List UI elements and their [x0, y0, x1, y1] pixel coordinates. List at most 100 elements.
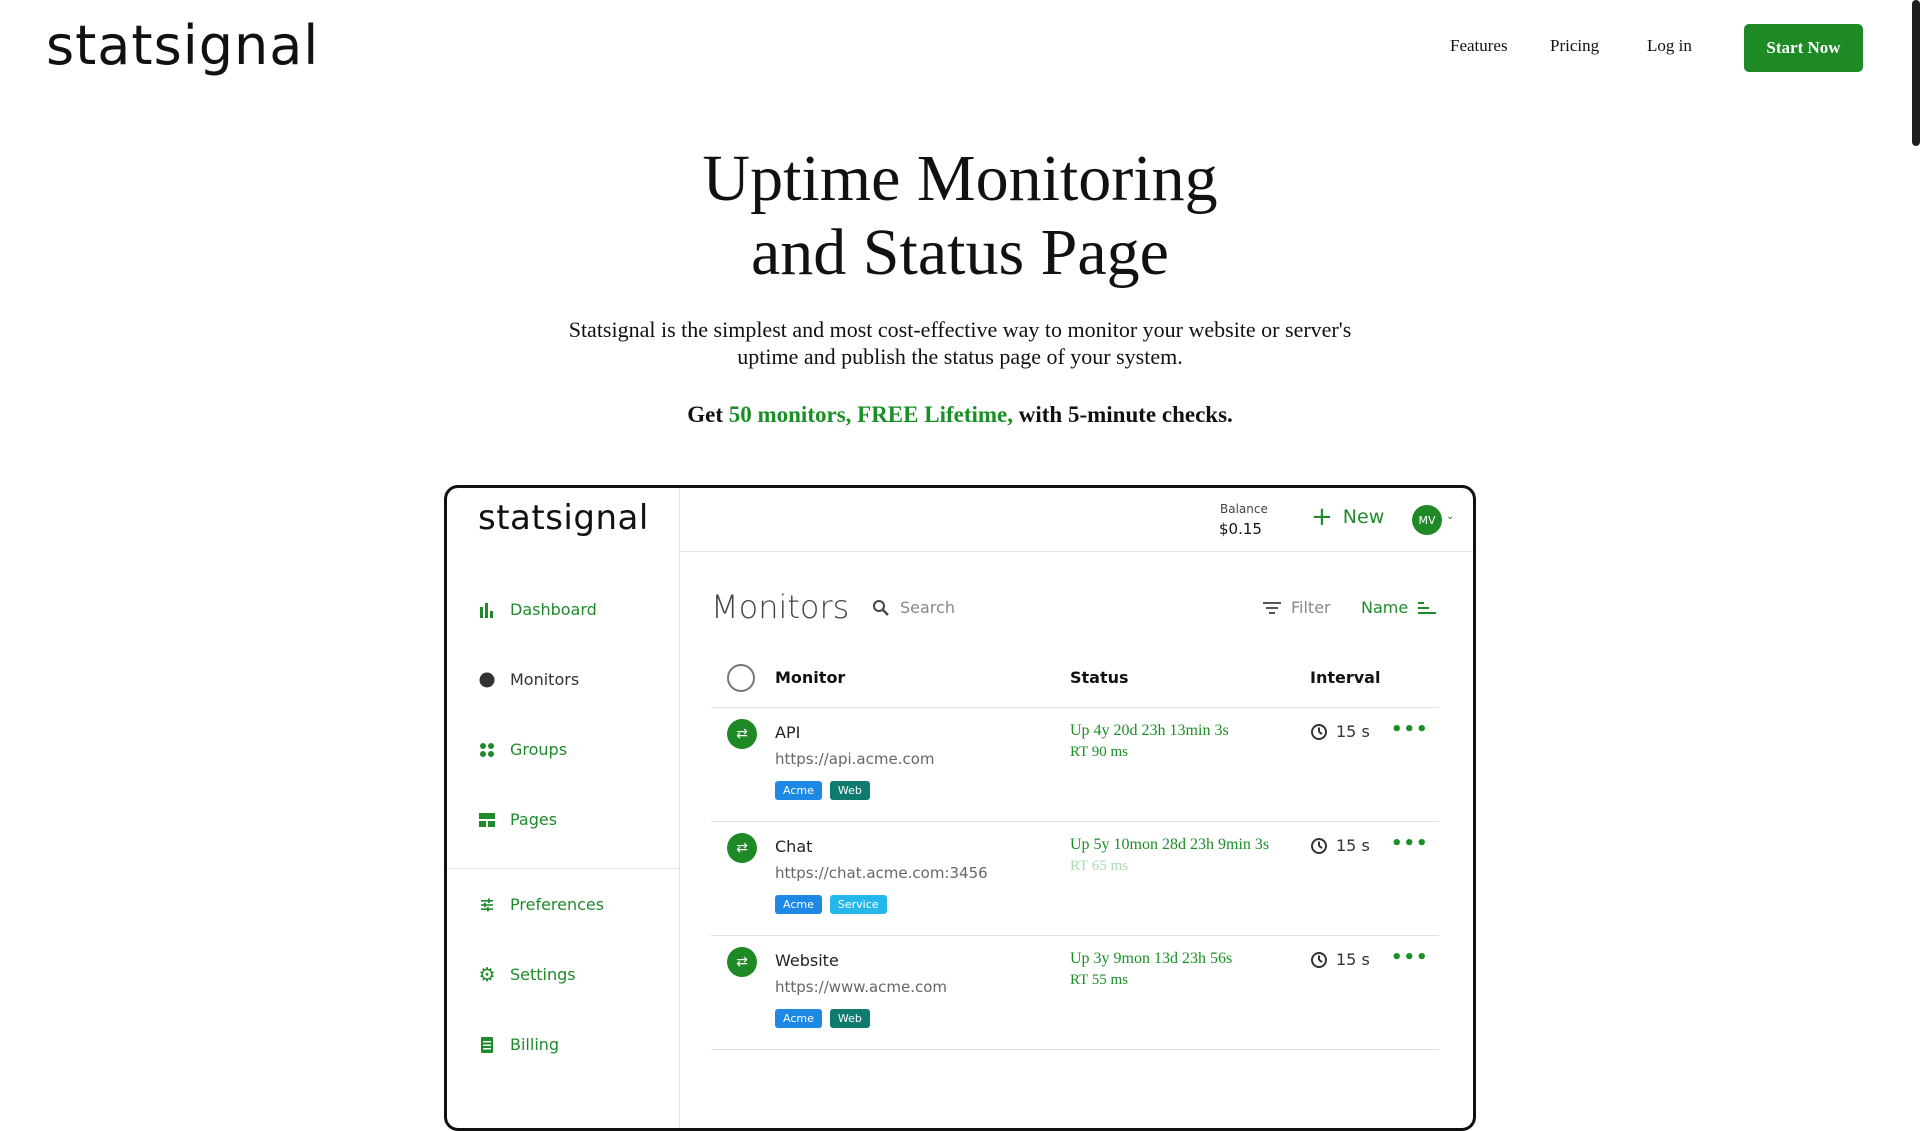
sidebar-item-label: Monitors [510, 670, 580, 689]
app-sidebar: statsignal Dashboard Monitors Groups Pag… [447, 488, 680, 1128]
balance-value: $0.15 [1219, 520, 1262, 538]
select-all-checkbox[interactable] [727, 664, 755, 692]
interval-value: 15 s [1336, 722, 1370, 741]
status-response-time: RT 65 ms [1070, 858, 1129, 874]
balance-label: Balance [1220, 502, 1268, 516]
receipt-icon [478, 1036, 496, 1054]
tag[interactable]: Web [829, 781, 870, 800]
sidebar-item-label: Pages [510, 810, 558, 829]
table-row[interactable]: ⇄ API https://api.acme.com Acme Web Up 4… [711, 707, 1439, 822]
site-logo[interactable]: statsignal [46, 14, 319, 78]
new-monitor-button[interactable]: + New [1311, 502, 1385, 532]
filter-icon [1263, 601, 1281, 614]
hero-title-line2: and Status Page [751, 216, 1169, 289]
table-header: Monitor Status Interval [711, 648, 1439, 708]
tag[interactable]: Service [829, 895, 887, 914]
monitor-name[interactable]: API [775, 723, 800, 742]
search-placeholder: Search [900, 598, 955, 617]
monitor-url: https://www.acme.com [775, 978, 948, 996]
monitor-tags: Acme Web [775, 1009, 870, 1028]
hero-subtitle: Statsignal is the simplest and most cost… [568, 317, 1352, 369]
page-scrollbar[interactable] [1912, 0, 1920, 146]
sidebar-item-groups[interactable]: Groups [478, 740, 567, 759]
hero-title-line1: Uptime Monitoring [702, 142, 1218, 215]
sidebar-item-settings[interactable]: ⚙ Settings [478, 963, 576, 986]
sliders-icon [478, 896, 496, 914]
top-nav: statsignal Features Pricing Log in Start… [0, 0, 1920, 96]
layout-icon [478, 811, 496, 829]
hero-title: Uptime Monitoring and Status Page [0, 142, 1920, 290]
timer-icon [1311, 951, 1327, 968]
plus-icon: + [1311, 502, 1333, 532]
timer-icon [1311, 723, 1327, 740]
swap-arrows-icon: ⇄ [727, 833, 757, 863]
new-label: New [1342, 506, 1385, 528]
status-uptime: Up 3y 9mon 13d 23h 56s [1070, 950, 1233, 967]
swap-arrows-icon: ⇄ [727, 947, 757, 977]
swap-arrows-icon: ⇄ [727, 719, 757, 749]
search-input[interactable]: Search [872, 598, 955, 617]
offer-prefix: Get [687, 402, 729, 427]
sidebar-item-label: Billing [510, 1035, 560, 1054]
dots-grid-icon [478, 741, 496, 759]
more-options-icon[interactable]: ••• [1391, 833, 1429, 854]
sort-label: Name [1361, 598, 1409, 617]
sidebar-item-label: Preferences [510, 895, 605, 914]
interval: 15 s [1310, 950, 1370, 969]
sidebar-item-monitors[interactable]: Monitors [478, 670, 579, 689]
tag[interactable]: Web [829, 1009, 870, 1028]
sidebar-item-label: Settings [510, 965, 576, 984]
sidebar-item-preferences[interactable]: Preferences [478, 895, 604, 914]
nav-link-login[interactable]: Log in [1647, 36, 1692, 56]
column-header-monitor[interactable]: Monitor [775, 668, 845, 687]
monitor-tags: Acme Web [775, 781, 870, 800]
avatar[interactable]: MV [1412, 505, 1442, 535]
gear-icon: ⚙ [478, 963, 496, 986]
app-logo: statsignal [478, 498, 649, 538]
search-icon [873, 599, 889, 616]
timer-icon [1311, 837, 1327, 854]
nav-link-pricing[interactable]: Pricing [1550, 36, 1599, 56]
status-response-time: RT 90 ms [1070, 744, 1129, 760]
table-row[interactable]: ⇄ Chat https://chat.acme.com:3456 Acme S… [711, 821, 1439, 936]
app-preview: statsignal Dashboard Monitors Groups Pag… [444, 485, 1476, 1131]
monitor-name[interactable]: Website [775, 951, 839, 970]
tag[interactable]: Acme [775, 781, 822, 800]
filter-button[interactable]: Filter [1263, 598, 1331, 617]
interval: 15 s [1310, 722, 1370, 741]
sort-icon [1418, 601, 1437, 614]
interval: 15 s [1310, 836, 1370, 855]
tag[interactable]: Acme [775, 895, 822, 914]
more-options-icon[interactable]: ••• [1391, 719, 1429, 740]
tag[interactable]: Acme [775, 1009, 822, 1028]
status-uptime: Up 4y 20d 23h 13min 3s [1070, 722, 1229, 739]
sidebar-item-pages[interactable]: Pages [478, 810, 557, 829]
status-uptime: Up 5y 10mon 28d 23h 9min 3s [1070, 836, 1270, 853]
more-options-icon[interactable]: ••• [1391, 947, 1429, 968]
chevron-down-icon[interactable]: ⌄ [1446, 511, 1454, 522]
filter-label: Filter [1291, 598, 1331, 617]
app-topbar: Balance $0.15 + New MV ⌄ [679, 488, 1473, 552]
monitor-url: https://chat.acme.com:3456 [775, 864, 988, 882]
interval-value: 15 s [1336, 836, 1370, 855]
monitor-tags: Acme Service [775, 895, 887, 914]
offer-highlight: 50 monitors, FREE Lifetime, [728, 402, 1013, 427]
sidebar-item-label: Groups [510, 740, 568, 759]
sort-button[interactable]: Name [1361, 598, 1437, 617]
page-title: Monitors [711, 588, 850, 626]
nav-link-features[interactable]: Features [1450, 36, 1508, 56]
circle-icon [478, 671, 496, 689]
status-response-time: RT 55 ms [1070, 972, 1129, 988]
monitor-name[interactable]: Chat [775, 837, 812, 856]
hero-offer: Get 50 monitors, FREE Lifetime, with 5-m… [0, 402, 1920, 428]
monitor-url: https://api.acme.com [775, 750, 935, 768]
table-row[interactable]: ⇄ Website https://www.acme.com Acme Web … [711, 935, 1439, 1050]
sidebar-divider [447, 868, 679, 869]
sidebar-item-billing[interactable]: Billing [478, 1035, 559, 1054]
start-now-button[interactable]: Start Now [1744, 24, 1863, 72]
sidebar-item-dashboard[interactable]: Dashboard [478, 600, 597, 619]
column-header-status[interactable]: Status [1070, 668, 1129, 687]
sidebar-item-label: Dashboard [510, 600, 597, 619]
column-header-interval[interactable]: Interval [1310, 668, 1380, 687]
offer-suffix: with 5-minute checks. [1013, 402, 1233, 427]
